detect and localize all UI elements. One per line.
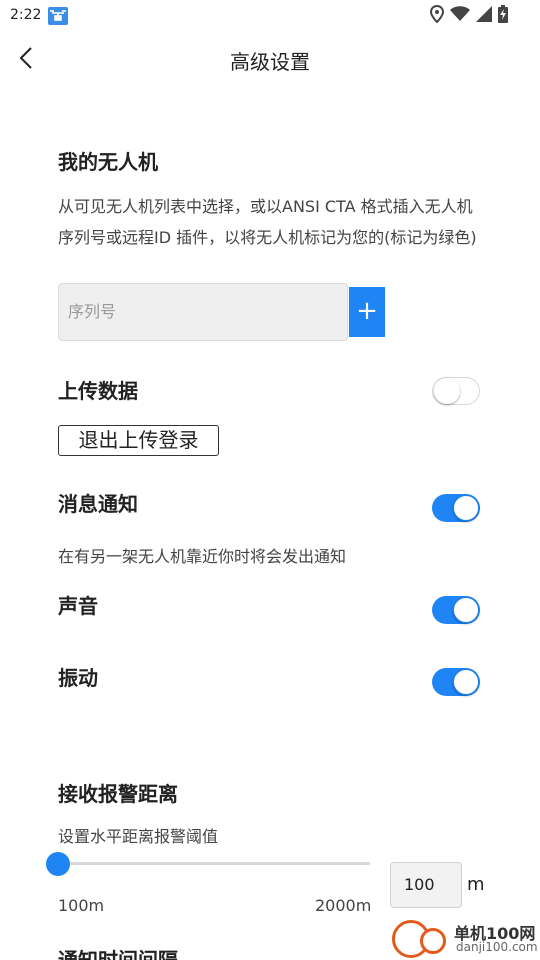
- notifications-toggle[interactable]: [432, 494, 480, 522]
- distance-unit: m: [467, 874, 485, 895]
- notifications-description: 在有另一架无人机靠近你时将会发出通知: [58, 547, 347, 566]
- toggle-knob: [453, 669, 479, 695]
- status-time: 2:22: [10, 7, 42, 23]
- alert-distance-title: 接收报警距离: [58, 782, 178, 806]
- alert-distance-description: 设置水平距离报警阈值: [58, 827, 219, 846]
- slider-max-label: 2000m: [315, 896, 372, 915]
- distance-slider-thumb[interactable]: [46, 852, 70, 876]
- status-icons: [430, 5, 508, 23]
- watermark-url: danji100.com: [456, 940, 538, 954]
- vibration-toggle[interactable]: [432, 668, 480, 696]
- status-bar: 2:22: [0, 0, 540, 32]
- location-icon: [430, 5, 444, 23]
- watermark-logo: 单机100网 danji100.com: [392, 918, 540, 960]
- watermark-circle-icon: [420, 928, 446, 954]
- toggle-knob: [453, 495, 479, 521]
- distance-slider-track[interactable]: [58, 862, 370, 865]
- add-serial-button[interactable]: +: [349, 287, 385, 337]
- wifi-icon: [450, 6, 470, 22]
- sound-title: 声音: [58, 594, 98, 618]
- vibration-title: 振动: [58, 666, 98, 690]
- upload-data-title: 上传数据: [58, 379, 138, 403]
- serial-number-input[interactable]: 序列号: [58, 283, 348, 341]
- my-drones-title: 我的无人机: [58, 150, 158, 174]
- notify-interval-title: 通知时间间隔: [58, 948, 178, 960]
- logout-upload-button[interactable]: 退出上传登录: [58, 425, 219, 456]
- toggle-knob: [453, 597, 479, 623]
- my-drones-description: 从可见无人机列表中选择，或以ANSI CTA 格式插入无人机序列号或远程ID 插…: [58, 197, 477, 247]
- upload-data-toggle[interactable]: [432, 377, 480, 405]
- drone-notification-icon: [48, 7, 68, 25]
- app-bar: 高级设置: [0, 32, 540, 88]
- notifications-title: 消息通知: [58, 492, 138, 516]
- distance-value-input[interactable]: 100: [390, 862, 462, 908]
- battery-charging-icon: [498, 5, 508, 23]
- signal-icon: [476, 6, 492, 22]
- page-title: 高级设置: [230, 50, 310, 74]
- slider-min-label: 100m: [58, 896, 105, 915]
- toggle-knob: [434, 378, 460, 404]
- sound-toggle[interactable]: [432, 596, 480, 624]
